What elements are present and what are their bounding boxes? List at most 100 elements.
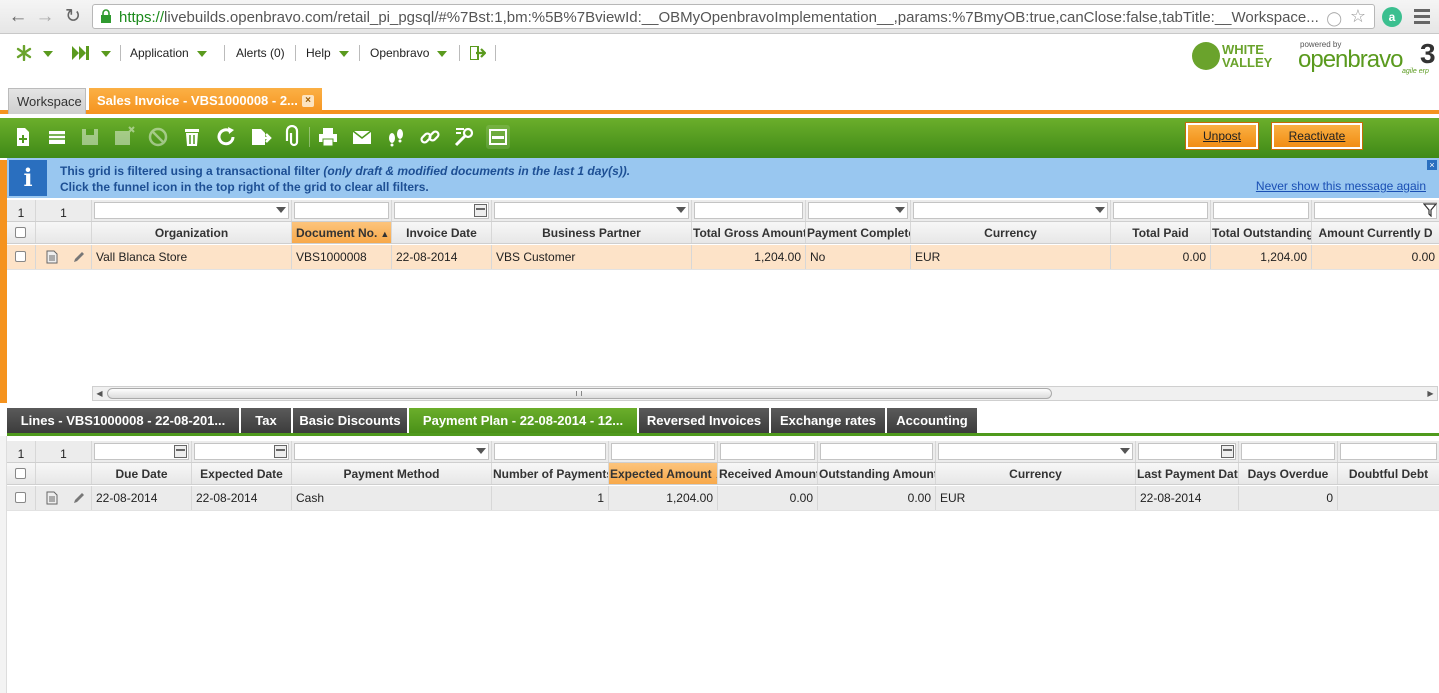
form-view-icon[interactable] xyxy=(46,250,58,264)
chevron-down-icon[interactable] xyxy=(43,51,53,57)
column-currency[interactable]: Currency xyxy=(911,222,1111,243)
reactivate-button[interactable]: Reactivate xyxy=(1271,122,1363,150)
column-organization[interactable]: Organization xyxy=(92,222,292,243)
column-doubtful-debt[interactable]: Doubtful Debt xyxy=(1338,463,1439,484)
payment-complete-filter[interactable] xyxy=(808,202,908,219)
total-outstanding-filter[interactable] xyxy=(1213,202,1309,219)
pencil-icon[interactable] xyxy=(72,491,86,505)
application-menu[interactable]: Application xyxy=(130,46,207,62)
outstanding-amount-filter[interactable] xyxy=(820,443,933,460)
export-icon[interactable] xyxy=(248,125,272,149)
received-amount-filter[interactable] xyxy=(720,443,815,460)
column-total-outstanding[interactable]: Total Outstanding xyxy=(1211,222,1312,243)
chevron-down-icon[interactable] xyxy=(676,207,686,213)
column-total-gross-amount[interactable]: Total Gross Amount xyxy=(692,222,806,243)
tab-tax[interactable]: Tax xyxy=(241,408,291,433)
table-row[interactable]: Vall Blanca Store VBS1000008 22-08-2014 … xyxy=(7,245,1439,269)
doubtful-debt-filter[interactable] xyxy=(1340,443,1437,460)
pencil-icon[interactable] xyxy=(72,250,86,264)
new-document-icon[interactable] xyxy=(11,125,35,149)
row-checkbox[interactable] xyxy=(15,492,26,503)
tab-lines[interactable]: Lines - VBS1000008 - 22-08-201... xyxy=(7,408,239,433)
row-checkbox[interactable] xyxy=(15,251,26,262)
invoice-date-filter[interactable] xyxy=(394,202,489,219)
payment-method-filter[interactable] xyxy=(294,443,489,460)
delete-icon[interactable] xyxy=(180,125,204,149)
shield-icon[interactable]: ◯ xyxy=(1326,10,1342,27)
reload-icon[interactable]: ↻ xyxy=(61,5,85,29)
close-icon[interactable]: × xyxy=(302,95,314,107)
tab-reversed-invoices[interactable]: Reversed Invoices xyxy=(639,408,769,433)
never-show-again-link[interactable]: Never show this message again xyxy=(1256,179,1426,193)
attachment-icon[interactable] xyxy=(282,124,306,149)
calendar-icon[interactable] xyxy=(274,445,287,458)
column-due-date[interactable]: Due Date xyxy=(92,463,192,484)
chevron-down-icon[interactable] xyxy=(276,207,286,213)
column-expected-amount[interactable]: Expected Amount▲ xyxy=(609,463,718,484)
user-profile-menu[interactable]: Openbravo xyxy=(370,46,448,62)
document-no-filter[interactable] xyxy=(294,202,389,219)
number-of-payments-filter[interactable] xyxy=(494,443,606,460)
days-overdue-filter[interactable] xyxy=(1241,443,1335,460)
tools-icon[interactable] xyxy=(452,125,476,149)
calendar-icon[interactable] xyxy=(174,445,187,458)
scroll-left-icon[interactable]: ◀ xyxy=(94,388,105,399)
tab-accounting[interactable]: Accounting xyxy=(887,408,977,433)
calendar-icon[interactable] xyxy=(1221,445,1234,458)
total-gross-filter[interactable] xyxy=(694,202,803,219)
column-last-payment-date[interactable]: Last Payment Date xyxy=(1136,463,1239,484)
audit-trail-icon[interactable] xyxy=(384,125,408,149)
tab-workspace[interactable]: Workspace xyxy=(8,88,86,114)
due-date-filter[interactable] xyxy=(94,443,189,460)
address-bar[interactable]: https://livebuilds.openbravo.com/retail_… xyxy=(92,4,1375,29)
close-icon[interactable]: × xyxy=(1427,160,1437,170)
unpost-button[interactable]: Unpost xyxy=(1185,122,1259,150)
column-received-amount[interactable]: Received Amount xyxy=(718,463,818,484)
alerts-link[interactable]: Alerts (0) xyxy=(236,46,285,62)
expected-date-filter[interactable] xyxy=(194,443,289,460)
undo-icon[interactable] xyxy=(146,125,170,149)
column-invoice-date[interactable]: Invoice Date xyxy=(392,222,492,243)
currency-filter[interactable] xyxy=(913,202,1108,219)
form-view-icon[interactable] xyxy=(46,491,58,505)
column-expected-date[interactable]: Expected Date xyxy=(192,463,292,484)
extension-icon[interactable]: a xyxy=(1382,7,1402,27)
form-view-icon[interactable] xyxy=(486,125,510,149)
horizontal-scrollbar[interactable]: ◀ ▶ xyxy=(92,386,1438,401)
column-payment-method[interactable]: Payment Method xyxy=(292,463,492,484)
scroll-right-icon[interactable]: ▶ xyxy=(1425,388,1436,399)
back-arrow-icon[interactable]: ← xyxy=(6,5,30,29)
quick-create-icon[interactable] xyxy=(72,46,90,60)
column-outstanding-amount[interactable]: Outstanding Amount xyxy=(818,463,936,484)
select-all-checkbox[interactable] xyxy=(15,468,26,479)
column-currency[interactable]: Currency xyxy=(936,463,1136,484)
refresh-icon[interactable] xyxy=(214,125,238,149)
tab-payment-plan[interactable]: Payment Plan - 22-08-2014 - 12... xyxy=(409,408,637,433)
help-menu[interactable]: Help xyxy=(306,46,349,62)
tab-sales-invoice[interactable]: Sales Invoice - VBS1000008 - 2... × xyxy=(89,88,322,114)
save-icon[interactable] xyxy=(78,125,102,149)
column-payment-complete[interactable]: Payment Complete xyxy=(806,222,911,243)
chevron-down-icon[interactable] xyxy=(895,207,905,213)
new-row-icon[interactable] xyxy=(45,125,69,149)
amount-currently-due-filter[interactable] xyxy=(1314,202,1437,219)
tab-basic-discounts[interactable]: Basic Discounts xyxy=(293,408,407,433)
email-icon[interactable] xyxy=(350,125,374,149)
last-payment-date-filter[interactable] xyxy=(1138,443,1236,460)
hamburger-menu-icon[interactable] xyxy=(1414,9,1430,27)
chevron-down-icon[interactable] xyxy=(476,448,486,454)
chevron-down-icon[interactable] xyxy=(1095,207,1105,213)
business-partner-filter[interactable] xyxy=(494,202,689,219)
column-document-no[interactable]: Document No. ▲ xyxy=(292,222,392,243)
funnel-icon[interactable] xyxy=(1423,203,1437,217)
column-days-overdue[interactable]: Days Overdue xyxy=(1239,463,1338,484)
forward-arrow-icon[interactable]: → xyxy=(33,5,57,29)
print-icon[interactable] xyxy=(316,125,340,149)
select-all-checkbox[interactable] xyxy=(15,227,26,238)
star-icon[interactable]: ☆ xyxy=(1350,6,1366,27)
table-row[interactable]: 22-08-2014 22-08-2014 Cash 1 1,204.00 0.… xyxy=(7,486,1439,510)
total-paid-filter[interactable] xyxy=(1113,202,1208,219)
save-close-icon[interactable] xyxy=(112,125,136,149)
expected-amount-filter[interactable] xyxy=(611,443,715,460)
chevron-down-icon[interactable] xyxy=(1120,448,1130,454)
